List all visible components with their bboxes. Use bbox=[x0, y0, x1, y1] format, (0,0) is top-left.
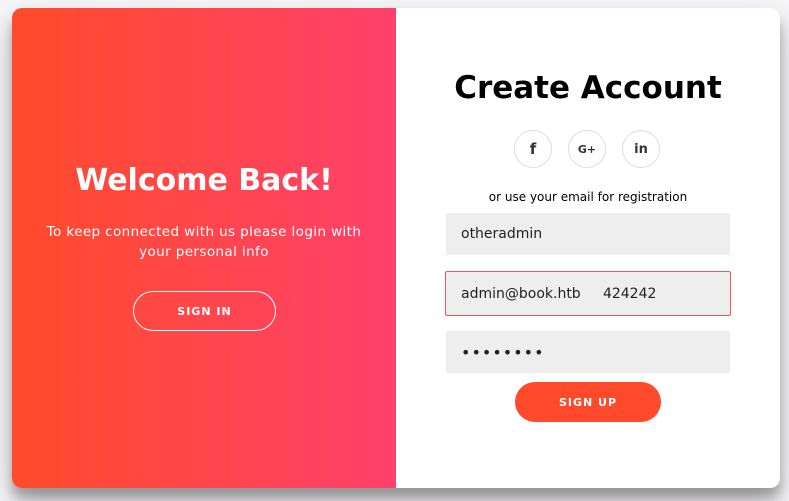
password-field[interactable] bbox=[446, 331, 730, 373]
welcome-overlay-panel: Welcome Back! To keep connected with us … bbox=[12, 8, 396, 488]
sign-in-button[interactable]: SIGN IN bbox=[133, 291, 276, 331]
linkedin-social-button[interactable]: in bbox=[622, 130, 660, 168]
facebook-icon: f bbox=[529, 140, 537, 158]
create-account-title: Create Account bbox=[454, 70, 722, 106]
create-account-panel: Create Account f G+ in or use your email… bbox=[396, 8, 780, 488]
google-plus-icon: G+ bbox=[577, 142, 597, 156]
linkedin-icon: in bbox=[634, 141, 648, 157]
welcome-title: Welcome Back! bbox=[75, 163, 333, 198]
registration-hint: or use your email for registration bbox=[488, 190, 688, 204]
facebook-social-button[interactable]: f bbox=[514, 130, 552, 168]
auth-card: Welcome Back! To keep connected with us … bbox=[12, 8, 780, 488]
welcome-text: To keep connected with us please login w… bbox=[46, 224, 362, 260]
google-plus-social-button[interactable]: G+ bbox=[568, 130, 606, 168]
sign-up-button[interactable]: SIGN UP bbox=[515, 382, 661, 422]
email-field[interactable] bbox=[445, 271, 731, 316]
name-field[interactable] bbox=[446, 213, 730, 255]
